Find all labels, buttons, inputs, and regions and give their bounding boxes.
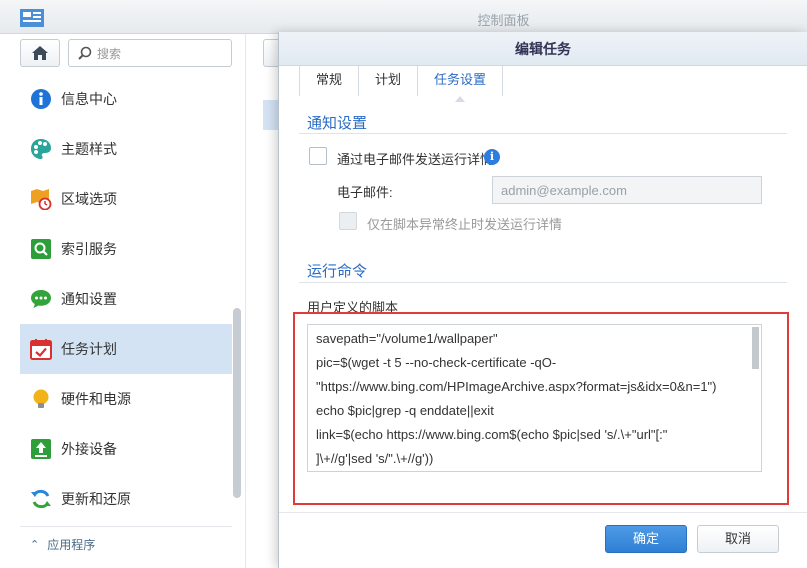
notify-section-title: 通知设置 [307, 115, 368, 132]
calendar-check-icon [30, 338, 52, 360]
script-line: echo $pic|grep -q enddate||exit [316, 403, 494, 418]
search-icon [78, 46, 92, 60]
ok-button[interactable]: 确定 [605, 525, 687, 553]
home-icon [32, 46, 48, 60]
email-field[interactable] [492, 176, 762, 204]
sidebar-item-theme[interactable]: 主题样式 [20, 124, 232, 174]
palette-icon [30, 138, 52, 160]
window-title: 控制面板 [477, 13, 530, 28]
script-scrollbar[interactable] [752, 327, 759, 369]
lightbulb-icon [30, 388, 52, 410]
sidebar-item-notification[interactable]: 通知设置 [20, 274, 232, 324]
abnormal-only-label: 仅在脚本异常终止时发送运行详情 [367, 217, 563, 232]
sidebar-item-regional[interactable]: 区域选项 [20, 174, 232, 224]
command-section-title: 运行命令 [307, 263, 368, 280]
sidebar: 信息中心 主题样式 区域选项 索引服务 [12, 34, 246, 568]
script-textarea[interactable]: savepath="/volume1/wallpaper" pic=$(wget… [307, 324, 762, 472]
sidebar-item-label: 索引服务 [61, 241, 117, 257]
dialog-tabs: 常规 计划 任务设置 [299, 66, 504, 102]
sidebar-item-label: 区域选项 [61, 191, 117, 207]
script-content: savepath="/volume1/wallpaper" pic=$(wget… [316, 327, 752, 471]
tab-task-settings[interactable]: 任务设置 [418, 66, 504, 102]
script-line: ]\+//g'|sed 's/".\+//g')) [316, 451, 434, 466]
sidebar-item-task-scheduler[interactable]: 任务计划 [20, 324, 232, 374]
regional-clock-icon [30, 188, 52, 210]
cancel-button[interactable]: 取消 [697, 525, 779, 553]
sidebar-scrollbar[interactable] [233, 308, 241, 498]
notification-chat-icon [30, 288, 52, 310]
external-device-icon [30, 438, 52, 460]
email-notify-label: 通过电子邮件发送运行详情 [337, 152, 494, 167]
abnormal-only-checkbox[interactable] [339, 212, 357, 230]
script-line: savepath="/volume1/wallpaper" [316, 331, 498, 346]
sidebar-item-info-center[interactable]: 信息中心 [20, 74, 232, 124]
search-input[interactable] [97, 45, 227, 63]
sidebar-item-label: 任务计划 [61, 341, 117, 357]
divider [299, 133, 787, 134]
tab-general[interactable]: 常规 [299, 66, 360, 96]
script-line: link=$(echo https://www.bing.com$(echo $… [316, 427, 668, 442]
sidebar-item-label: 硬件和电源 [61, 391, 131, 407]
window-titlebar: 控制面板 [0, 0, 807, 34]
index-search-icon [30, 238, 52, 260]
info-icon[interactable]: i [484, 149, 500, 165]
email-notify-checkbox[interactable] [309, 147, 327, 165]
sidebar-item-label: 信息中心 [61, 91, 117, 107]
sidebar-item-label: 外接设备 [61, 441, 117, 457]
sidebar-section-label: 应用程序 [47, 538, 96, 552]
script-line: pic=$(wget -t 5 --no-check-certificate -… [316, 355, 557, 370]
search-box[interactable] [68, 39, 232, 67]
chevron-up-icon: ⌃ [30, 539, 40, 551]
update-restore-icon [30, 488, 52, 510]
sidebar-section-applications[interactable]: ⌃ 应用程序 [20, 526, 232, 562]
sidebar-item-hardware-power[interactable]: 硬件和电源 [20, 374, 232, 424]
sidebar-item-external-devices[interactable]: 外接设备 [20, 424, 232, 474]
email-field-label: 电子邮件: [337, 185, 393, 200]
sidebar-item-update-restore[interactable]: 更新和还原 [20, 474, 232, 524]
sidebar-nav: 信息中心 主题样式 区域选项 索引服务 通知设置 任务计划 硬件和电源 外接设备… [20, 74, 232, 562]
divider [299, 282, 787, 283]
sidebar-item-index-service[interactable]: 索引服务 [20, 224, 232, 274]
sidebar-item-label: 通知设置 [61, 291, 117, 307]
sidebar-item-label: 更新和还原 [61, 491, 131, 507]
edit-task-dialog: 编辑任务 常规 计划 任务设置 通知设置 通过电子邮件发送运行详情 i 电子邮件… [278, 32, 807, 568]
tab-schedule[interactable]: 计划 [359, 66, 419, 96]
sidebar-item-label: 主题样式 [61, 141, 117, 157]
script-line: "https://www.bing.com/HPImageArchive.asp… [316, 379, 717, 394]
info-icon [30, 88, 52, 110]
home-button[interactable] [20, 39, 60, 67]
dialog-title: 编辑任务 [279, 32, 807, 66]
divider [279, 512, 807, 513]
